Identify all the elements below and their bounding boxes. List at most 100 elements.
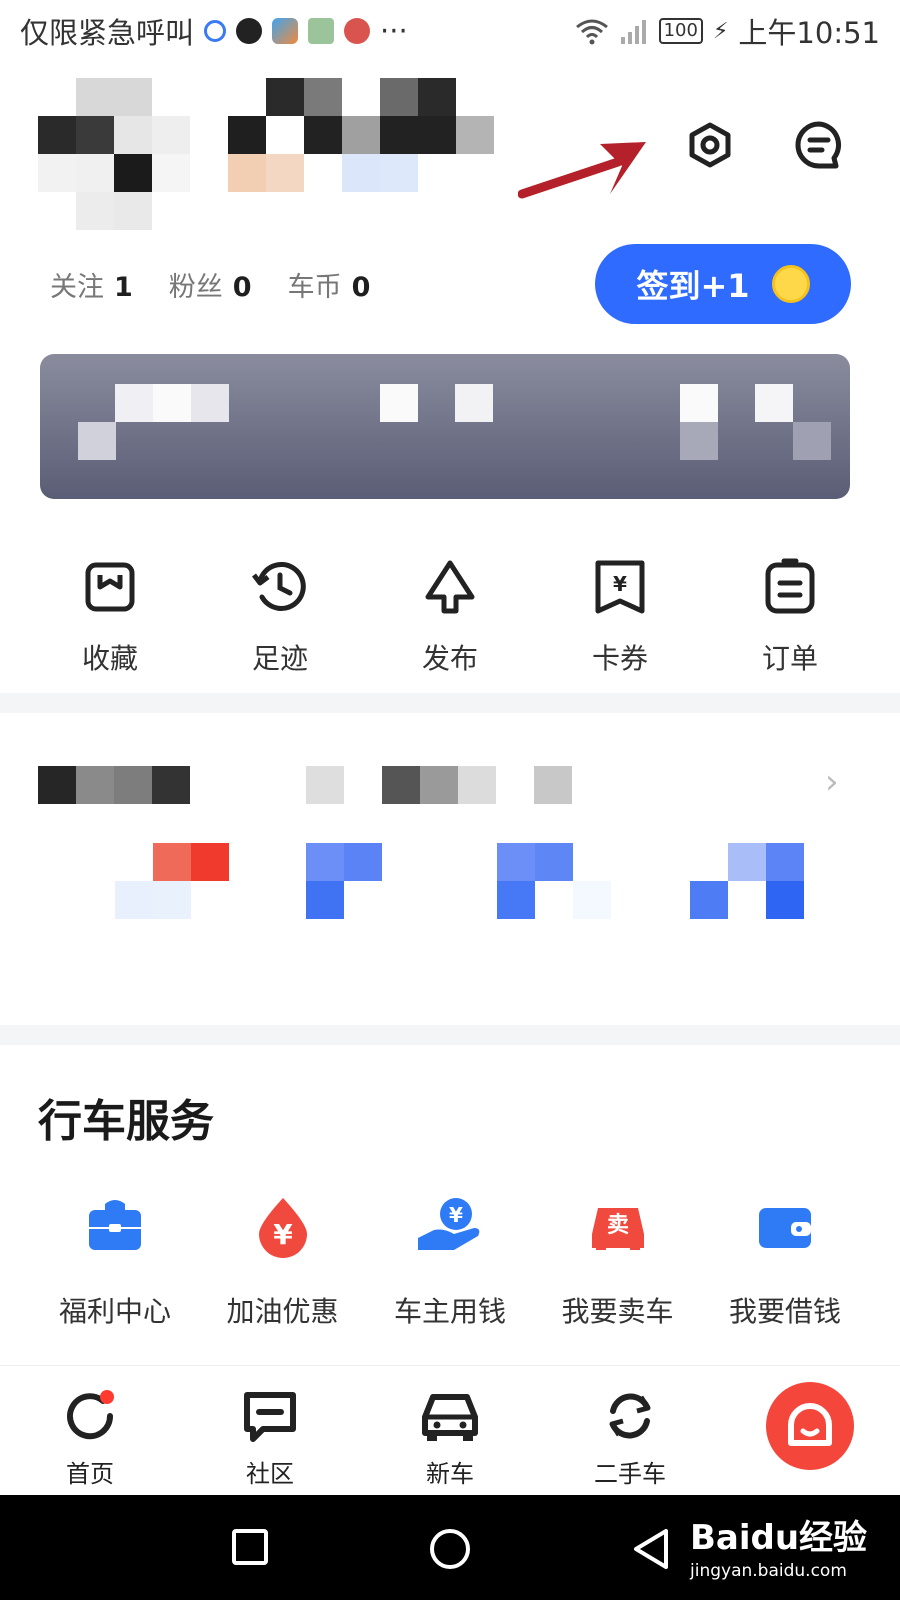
tab-label: 首页 — [66, 1460, 114, 1488]
banner-pixel — [455, 384, 493, 422]
my-car-item-icon[interactable] — [690, 843, 804, 919]
avatar[interactable] — [38, 78, 190, 230]
quick-action-history[interactable]: 足迹 — [220, 555, 340, 677]
quick-action-label: 卡券 — [591, 642, 648, 675]
banner-pixel — [380, 384, 418, 422]
section-title: 行车服务 — [38, 1096, 214, 1147]
section-divider — [0, 1025, 900, 1045]
chevron-right-icon[interactable]: › — [825, 762, 839, 802]
clock: 上午10:51 — [738, 16, 880, 50]
bookmark-icon — [78, 555, 142, 619]
community-chat-icon — [240, 1386, 300, 1446]
member-banner[interactable] — [40, 354, 850, 499]
my-car-item-icon[interactable] — [115, 843, 229, 919]
watermark: Baidu经验 jingyan.baidu.com — [690, 1510, 867, 1581]
settings-gear-icon[interactable] — [683, 118, 737, 172]
quick-action-orders[interactable]: 订单 — [730, 555, 850, 677]
quick-action-publish[interactable]: 发布 — [390, 555, 510, 677]
quick-action-label: 足迹 — [251, 642, 308, 675]
mine-face-icon — [788, 1403, 832, 1446]
quick-action-coupons[interactable]: ¥ 卡券 — [560, 555, 680, 677]
service-label: 加油优惠 — [226, 1295, 339, 1328]
stat-following[interactable]: 关注 1 — [50, 265, 133, 304]
profile-stats: 关注 1 粉丝 0 车币 0 — [50, 265, 370, 304]
tab-label: 新车 — [426, 1460, 474, 1488]
banner-pixel — [680, 422, 718, 460]
fuel-drop-icon: ¥ — [247, 1190, 319, 1262]
stat-label: 粉丝 — [168, 272, 223, 303]
driving-services: 福利中心 ¥ 加油优惠 ¥ 车主用钱 卖 我要卖车 我要借钱 — [40, 1190, 860, 1330]
stat-value: 0 — [232, 272, 252, 303]
service-sell-car[interactable]: 卖 我要卖车 — [543, 1190, 693, 1330]
wifi-icon — [575, 19, 608, 45]
stat-value: 0 — [351, 272, 371, 303]
status-bar: 仅限紧急呼叫 ··· 100 ⚡ 上午10:51 — [0, 0, 900, 62]
sell-car-icon: 卖 — [582, 1190, 654, 1262]
tab-new-car[interactable]: 新车 — [390, 1386, 510, 1489]
svg-text:卖: 卖 — [606, 1212, 628, 1238]
quick-action-label: 发布 — [421, 642, 478, 675]
wallet-icon — [749, 1190, 821, 1262]
my-car-subtitle — [306, 766, 572, 804]
more-notifications: ··· — [380, 14, 408, 48]
tab-community[interactable]: 社区 — [210, 1386, 330, 1489]
svg-text:¥: ¥ — [449, 1203, 463, 1227]
section-divider — [0, 693, 900, 713]
quick-actions: 收藏 足迹 发布 ¥ 卡券 订单 — [50, 555, 850, 677]
banner-pixel — [680, 384, 718, 422]
banner-pixel — [78, 422, 116, 460]
service-fuel-discount[interactable]: ¥ 加油优惠 — [208, 1190, 358, 1330]
signal-icon — [620, 20, 646, 44]
bottom-tab-bar: 首页 社区 新车 二手车 — [0, 1365, 900, 1495]
service-label: 我要卖车 — [561, 1295, 674, 1328]
carrier-text: 仅限紧急呼叫 — [20, 16, 195, 50]
banner-pixel — [115, 384, 153, 422]
used-car-cycle-icon — [600, 1386, 660, 1446]
watermark-url: jingyan.baidu.com — [690, 1561, 847, 1581]
stat-coins[interactable]: 车币 0 — [288, 265, 371, 304]
tab-label: 二手车 — [594, 1460, 666, 1488]
my-car-item-icon[interactable] — [306, 843, 382, 919]
quick-action-favorites[interactable]: 收藏 — [50, 555, 170, 677]
watermark-brand: Baidu经验 — [690, 1518, 868, 1558]
checkin-label: 签到+1 — [636, 267, 750, 305]
battery-indicator: 100 — [658, 18, 703, 44]
home-refresh-icon — [60, 1386, 120, 1446]
tab-home[interactable]: 首页 — [30, 1386, 150, 1489]
username — [228, 78, 494, 192]
service-borrow-money[interactable]: 我要借钱 — [710, 1190, 860, 1330]
banner-pixel — [755, 384, 793, 422]
svg-text:¥: ¥ — [613, 572, 627, 596]
app-notification-icon — [344, 18, 371, 44]
service-label: 车主用钱 — [393, 1295, 506, 1328]
service-welfare-center[interactable]: 福利中心 — [40, 1190, 190, 1330]
car-icon — [420, 1386, 480, 1446]
service-label: 福利中心 — [58, 1295, 171, 1328]
service-owner-money[interactable]: ¥ 车主用钱 — [375, 1190, 525, 1330]
app-notification-icon — [236, 18, 263, 44]
gift-bag-icon — [79, 1190, 151, 1262]
stat-label: 车币 — [287, 272, 342, 303]
my-car-title — [38, 766, 190, 804]
quick-action-label: 订单 — [761, 642, 818, 675]
message-icon[interactable] — [792, 118, 846, 172]
app-notification-icon — [204, 20, 227, 42]
order-list-icon — [758, 555, 822, 619]
home-circle-icon[interactable] — [428, 1527, 472, 1571]
stat-followers[interactable]: 粉丝 0 — [169, 265, 252, 304]
banner-pixel — [153, 384, 191, 422]
quick-action-label: 收藏 — [81, 642, 138, 675]
status-left: 仅限紧急呼叫 ··· — [20, 10, 408, 52]
coupon-icon: ¥ — [588, 555, 652, 619]
hand-money-icon: ¥ — [414, 1190, 486, 1262]
recents-square-icon[interactable] — [230, 1527, 270, 1567]
checkin-button[interactable]: 签到+1 — [595, 244, 851, 324]
back-triangle-icon[interactable] — [630, 1527, 670, 1571]
tab-used-car[interactable]: 二手车 — [570, 1386, 690, 1489]
my-car-item-icon[interactable] — [497, 843, 611, 919]
tab-mine-button[interactable] — [766, 1382, 854, 1470]
status-right: 100 ⚡ 上午10:51 — [575, 10, 880, 52]
stat-value: 1 — [114, 272, 133, 303]
coin-icon — [771, 265, 810, 303]
annotation-arrow-icon — [518, 142, 646, 199]
